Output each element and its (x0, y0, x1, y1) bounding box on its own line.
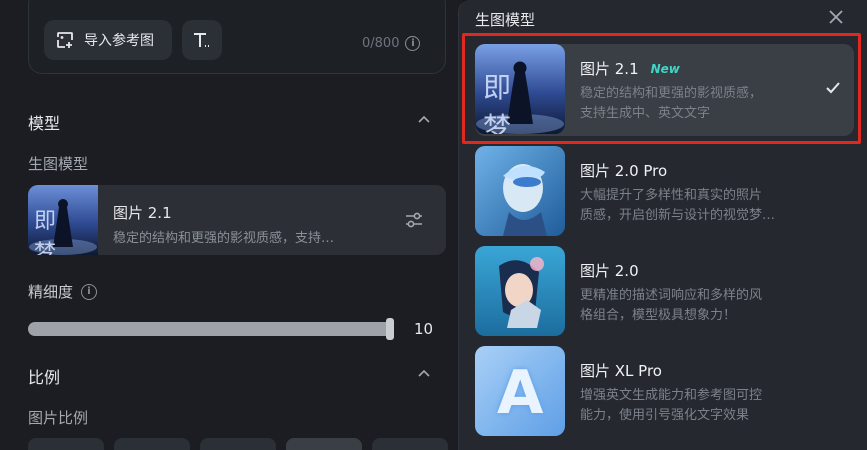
popover-title: 生图模型 (475, 11, 536, 29)
ratio-option[interactable] (28, 438, 104, 450)
info-icon[interactable]: i (405, 36, 421, 51)
current-model-card[interactable]: 即梦 图片 2.1 稳定的结构和更强的影视质感，支持… (28, 185, 446, 255)
model-option-desc-line: 大幅提升了多样性和真实的照片 (580, 188, 763, 203)
char-counter: 0/800 i (362, 36, 421, 51)
model-option-xl-pro[interactable]: A 图片 XL Pro 增强英文生成能力和参考图可控 能力，使用引号强化文字效果 (475, 346, 854, 438)
detail-slider-track[interactable] (28, 322, 392, 336)
text-format-button[interactable] (182, 20, 222, 60)
model-option-desc: 增强英文生成能力和参考图可控 能力，使用引号强化文字效果 (580, 386, 830, 426)
detail-label-row: 精细度 i (28, 281, 98, 302)
model-option-name-text: 图片 2.0 (580, 262, 639, 280)
left-panel: 导入参考图 0/800 i 模型 生图模型 即梦 图片 2.1 稳定的结构和更强… (0, 0, 462, 450)
import-reference-label: 导入参考图 (84, 33, 154, 49)
model-option-desc: 更精准的描述词响应和多样的风 格组合，模型极具想象力！ (580, 286, 830, 326)
settings-sliders-icon[interactable] (404, 211, 424, 229)
model-option-thumbnail (475, 146, 565, 236)
detail-slider-thumb[interactable] (386, 318, 394, 340)
model-section-title: 模型 (28, 114, 61, 133)
model-option-name-text: 图片 2.0 Pro (580, 162, 668, 180)
text-format-icon (194, 33, 209, 47)
model-option-2-0-pro[interactable]: 图片 2.0 Pro 大幅提升了多样性和真实的照片 质感，开启创新与设计的视觉梦… (475, 146, 854, 238)
chevron-up-icon[interactable] (416, 366, 432, 382)
current-model-desc: 稳定的结构和更强的影视质感，支持… (113, 231, 335, 246)
highlight-frame (462, 33, 861, 144)
import-reference-button[interactable]: 导入参考图 (44, 20, 172, 60)
image-import-icon (57, 32, 73, 48)
detail-value: 10 (414, 320, 434, 338)
model-option-2-0[interactable]: 图片 2.0 更精准的描述词响应和多样的风 格组合，模型极具想象力！ (475, 246, 854, 338)
detail-label: 精细度 (28, 283, 74, 301)
model-option-desc-line: 格组合，模型极具想象力！ (580, 308, 737, 323)
chevron-up-icon[interactable] (416, 112, 432, 128)
ratio-sub-label: 图片比例 (28, 409, 89, 427)
model-option-desc-line: 增强英文生成能力和参考图可控 (580, 388, 763, 403)
model-option-desc-line: 质感，开启创新与设计的视觉梦… (580, 208, 776, 223)
close-icon[interactable] (825, 6, 847, 28)
ratio-section-title: 比例 (28, 368, 61, 387)
ratio-option[interactable] (200, 438, 276, 450)
char-counter-text: 0/800 (362, 36, 400, 51)
current-model-name: 图片 2.1 (113, 204, 172, 222)
info-icon[interactable]: i (81, 283, 98, 300)
model-option-thumbnail: A (475, 346, 565, 436)
model-thumbnail: 即梦 (28, 185, 98, 255)
model-option-desc-line: 更精准的描述词响应和多样的风 (580, 288, 763, 303)
ratio-option[interactable] (286, 438, 362, 450)
model-option-name: 图片 2.0 (580, 260, 639, 281)
model-option-desc: 大幅提升了多样性和真实的照片 质感，开启创新与设计的视觉梦… (580, 186, 830, 226)
model-option-name: 图片 2.0 Pro (580, 160, 667, 181)
model-option-name-text: 图片 XL Pro (580, 362, 662, 380)
model-sub-label: 生图模型 (28, 155, 89, 173)
ratio-option[interactable] (372, 438, 448, 450)
model-option-thumbnail (475, 246, 565, 336)
model-option-desc-line: 能力，使用引号强化文字效果 (580, 408, 750, 423)
model-option-name: 图片 XL Pro (580, 360, 662, 381)
model-thumb-text: 即梦 (34, 209, 71, 255)
ratio-option[interactable] (114, 438, 190, 450)
model-option-thumb-text: A (497, 358, 544, 428)
